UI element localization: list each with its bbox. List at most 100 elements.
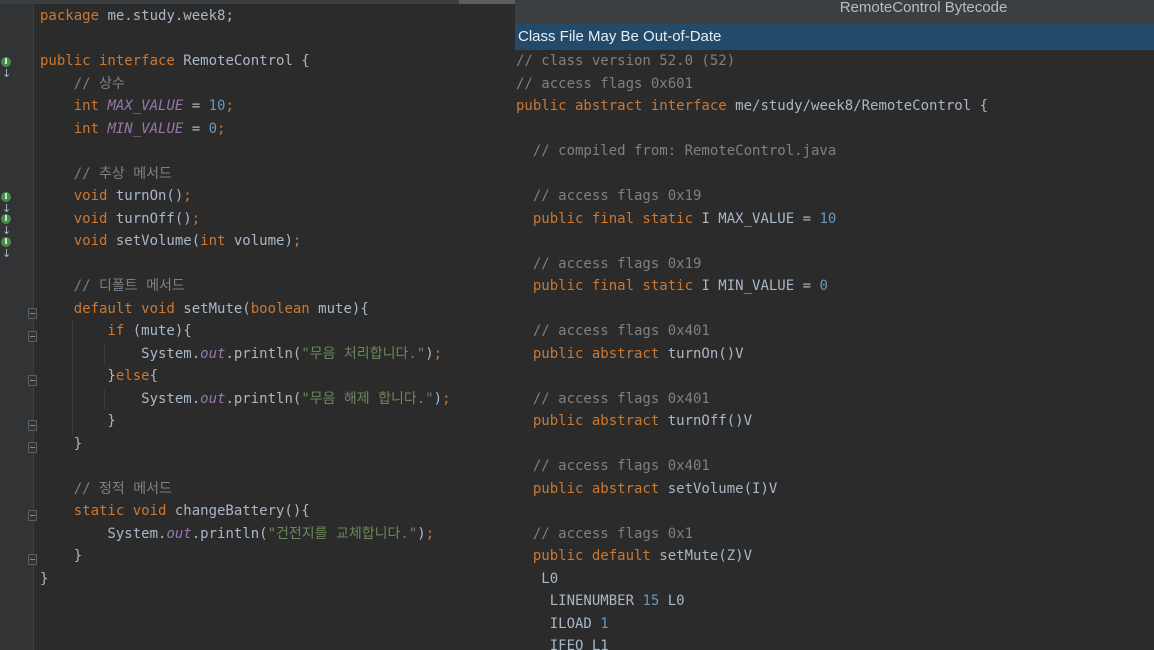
implemented-method-icon[interactable]: I↓ <box>1 191 19 215</box>
code-token: public interface <box>40 53 184 69</box>
code-line[interactable]: // 추상 메서드 <box>40 163 451 186</box>
bytecode-line[interactable]: // access flags 0x19 <box>516 185 988 208</box>
bytecode-line[interactable]: public abstract setVolume(I)V <box>516 478 988 501</box>
bytecode-line[interactable] <box>516 118 988 141</box>
bytecode-line[interactable] <box>516 433 988 456</box>
implemented-interface-icon[interactable]: I↓ <box>1 56 19 80</box>
code-token: 0 <box>208 120 218 137</box>
code-line[interactable]: // 디폴트 메서드 <box>40 275 451 298</box>
code-line[interactable]: public interface RemoteControl { <box>40 50 451 73</box>
bytecode-line[interactable] <box>516 230 988 253</box>
implemented-method-icon[interactable]: I↓ <box>1 236 19 260</box>
code-token: void <box>40 233 116 249</box>
scrollbar-thumb[interactable] <box>459 0 515 4</box>
code-token: // 추상 메서드 <box>40 165 172 182</box>
panel-title-text: RemoteControl Bytecode <box>839 0 1008 16</box>
code-token: turnOff()V <box>667 413 753 429</box>
code-token: ) <box>433 390 443 407</box>
code-line[interactable]: // 상수 <box>40 73 451 96</box>
code-line[interactable]: static void changeBattery(){ <box>40 500 451 523</box>
fold-marker-icon[interactable] <box>28 420 37 431</box>
code-token: setVolume( <box>115 233 201 249</box>
code-line[interactable]: System.out.println("건전지를 교체합니다."); <box>40 523 451 546</box>
code-token: = <box>183 120 209 137</box>
bytecode-line[interactable]: public abstract turnOn()V <box>516 343 988 366</box>
bytecode-text[interactable]: // class version 52.0 (52) // access flag… <box>514 50 1154 650</box>
code-token: "건전지를 교체합니다." <box>267 525 418 542</box>
code-token: volume) <box>233 233 293 249</box>
fold-marker-icon[interactable] <box>28 442 37 453</box>
code-line[interactable]: } <box>40 410 451 433</box>
bytecode-line[interactable]: // access flags 0x401 <box>516 320 988 343</box>
bytecode-line[interactable] <box>516 298 988 321</box>
source-editor[interactable]: I↓ I↓ I↓ I↓ package me.study.week8; publ… <box>0 0 515 650</box>
code-line[interactable]: package me.study.week8; <box>40 5 451 28</box>
code-token: 15 <box>642 593 660 609</box>
code-token: MAX_VALUE <box>107 98 184 114</box>
code-token: public abstract <box>516 345 668 362</box>
code-token: me/study/week8/RemoteControl { <box>735 98 989 114</box>
code-token: ; <box>292 233 302 249</box>
editor-horizontal-scrollbar[interactable] <box>0 0 515 4</box>
bytecode-line[interactable]: public final static I MAX_VALUE = 10 <box>516 208 988 231</box>
bytecode-line[interactable]: // access flags 0x1 <box>516 523 988 546</box>
bytecode-line[interactable]: // access flags 0x401 <box>516 455 988 478</box>
bytecode-line[interactable]: public final static I MIN_VALUE = 0 <box>516 275 988 298</box>
bytecode-line[interactable]: IFEQ L1 <box>516 635 988 650</box>
code-token: setVolume(I)V <box>667 480 778 497</box>
bytecode-line[interactable] <box>516 163 988 186</box>
bytecode-line[interactable]: LINENUMBER 15 L0 <box>514 590 1154 613</box>
code-line[interactable]: System.out.println("무음 처리합니다."); <box>40 343 451 366</box>
code-line[interactable]: }else{ <box>40 365 451 388</box>
code-token: { <box>149 368 159 384</box>
code-line[interactable]: int MIN_VALUE = 0; <box>40 118 451 141</box>
fold-marker-icon[interactable] <box>28 510 37 521</box>
fold-marker-icon[interactable] <box>28 308 37 319</box>
code-token: IFEQ L1 <box>516 638 609 650</box>
fold-marker-icon[interactable] <box>28 331 37 342</box>
bytecode-line[interactable] <box>516 500 988 523</box>
bytecode-line[interactable]: // access flags 0x19 <box>516 253 988 276</box>
code-line[interactable] <box>40 455 451 478</box>
bytecode-line[interactable]: // class version 52.0 (52) <box>516 50 988 73</box>
code-line[interactable]: } <box>40 568 451 591</box>
code-line[interactable] <box>40 253 451 276</box>
implemented-method-icon[interactable]: I↓ <box>1 213 19 237</box>
code-token: static void <box>40 503 175 519</box>
code-line[interactable]: } <box>40 545 451 568</box>
bytecode-line[interactable]: public abstract turnOff()V <box>516 410 988 433</box>
bytecode-line[interactable] <box>516 365 988 388</box>
code-token: void <box>40 188 116 204</box>
bytecode-panel[interactable]: RemoteControl Bytecode Class File May Be… <box>514 0 1154 650</box>
code-line[interactable]: // 정적 메서드 <box>40 478 451 501</box>
fold-marker-icon[interactable] <box>28 554 37 565</box>
bytecode-line[interactable]: L0 <box>516 568 988 591</box>
code-line[interactable]: void turnOn(); <box>40 185 451 208</box>
bytecode-line[interactable]: ILOAD 1 <box>516 613 988 636</box>
code-line[interactable]: } <box>40 433 451 456</box>
code-token: L0 <box>516 570 559 587</box>
code-line[interactable]: int MAX_VALUE = 10; <box>40 95 451 118</box>
bytecode-line[interactable]: public abstract interface me/study/week8… <box>516 95 988 118</box>
code-line[interactable]: default void setMute(boolean mute){ <box>40 298 451 321</box>
bytecode-line[interactable]: // access flags 0x401 <box>516 388 988 411</box>
bytecode-line[interactable]: // access flags 0x601 <box>516 73 988 96</box>
code-token: // access flags 0x1 <box>516 525 694 542</box>
code-token: mute){ <box>318 300 369 317</box>
code-line[interactable] <box>35 140 515 163</box>
bytecode-line[interactable]: public default setMute(Z)V <box>516 545 988 568</box>
code-token: else <box>115 368 150 384</box>
bytecode-line[interactable]: // compiled from: RemoteControl.java <box>516 140 988 163</box>
code-line[interactable]: void turnOff(); <box>40 208 451 231</box>
code-line[interactable]: void setVolume(int volume); <box>40 230 451 253</box>
code-area[interactable]: package me.study.week8; public interface… <box>35 5 515 591</box>
code-line[interactable]: if (mute){ <box>40 320 451 343</box>
code-line[interactable]: System.out.println("무음 해제 합니다."); <box>40 388 450 411</box>
code-token: setMute( <box>183 300 251 317</box>
code-token: RemoteControl { <box>183 53 310 69</box>
code-token: System. <box>40 525 167 542</box>
code-token: .println( <box>225 345 302 362</box>
code-token: ILOAD <box>516 615 601 632</box>
fold-marker-icon[interactable] <box>28 375 37 386</box>
code-line[interactable] <box>40 28 451 51</box>
